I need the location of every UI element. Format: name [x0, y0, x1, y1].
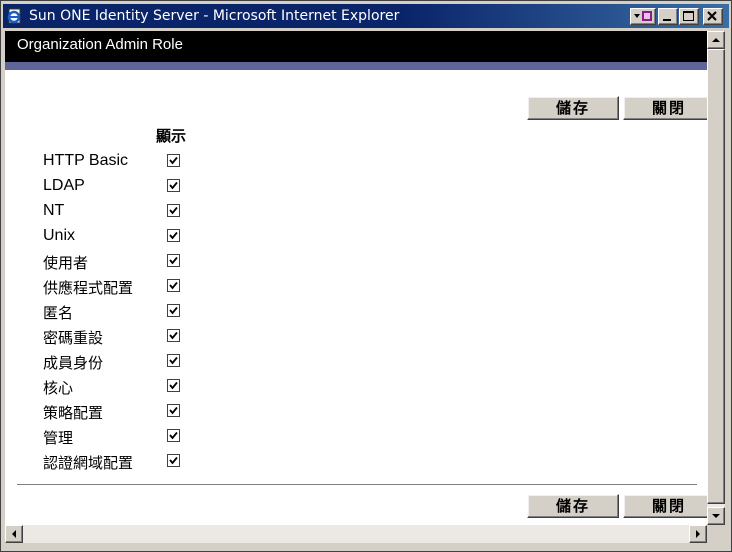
ie-menu-icon[interactable] — [630, 8, 656, 25]
display-checkbox[interactable] — [167, 354, 180, 367]
display-checkbox[interactable] — [167, 279, 180, 292]
display-checkbox[interactable] — [167, 179, 180, 192]
display-checkbox[interactable] — [167, 454, 180, 467]
close-button-top[interactable]: 關閉 — [623, 96, 707, 120]
service-label: 使用者 — [43, 254, 89, 272]
service-label: LDAP — [43, 177, 85, 194]
list-item: 管理 — [5, 427, 405, 452]
scroll-up-button[interactable] — [707, 31, 725, 49]
browser-window: Sun ONE Identity Server - Microsoft Inte… — [0, 0, 732, 552]
list-item: 使用者 — [5, 252, 405, 277]
column-header-display: 顯示 — [156, 127, 187, 145]
display-checkbox[interactable] — [167, 304, 180, 317]
list-item: 匿名 — [5, 302, 405, 327]
list-item: LDAP — [5, 177, 405, 202]
window-title: Sun ONE Identity Server - Microsoft Inte… — [29, 8, 400, 24]
list-item: 密碼重設 — [5, 327, 405, 352]
display-checkbox[interactable] — [167, 429, 180, 442]
list-item: 策略配置 — [5, 402, 405, 427]
service-label: 認證網域配置 — [43, 454, 134, 472]
save-button-top[interactable]: 儲存 — [527, 96, 619, 120]
display-checkbox[interactable] — [167, 154, 180, 167]
vertical-scrollbar[interactable] — [707, 31, 725, 525]
list-item: Unix — [5, 227, 405, 252]
service-label: Unix — [43, 227, 76, 244]
list-item: 供應程式配置 — [5, 277, 405, 302]
scroll-right-button[interactable] — [689, 525, 707, 543]
service-label: 供應程式配置 — [43, 279, 134, 297]
scrollbar-corner — [707, 525, 725, 543]
close-button[interactable] — [703, 8, 723, 25]
close-button-bottom[interactable]: 關閉 — [623, 494, 707, 518]
service-label: 成員身份 — [43, 354, 104, 372]
scroll-left-button[interactable] — [5, 525, 23, 543]
list-item: 認證網域配置 — [5, 452, 405, 477]
accent-bar — [5, 62, 707, 70]
page-title: Organization Admin Role — [17, 36, 183, 53]
service-label: 匿名 — [43, 304, 74, 322]
page-header: Organization Admin Role — [5, 31, 707, 62]
list-item: 核心 — [5, 377, 405, 402]
scroll-thumb[interactable] — [707, 49, 725, 504]
display-checkbox[interactable] — [167, 379, 180, 392]
maximize-button[interactable] — [679, 8, 699, 25]
display-checkbox[interactable] — [167, 254, 180, 267]
list-item: 成員身份 — [5, 352, 405, 377]
service-label: 管理 — [43, 429, 74, 447]
title-bar[interactable]: Sun ONE Identity Server - Microsoft Inte… — [3, 4, 729, 28]
service-label: 策略配置 — [43, 404, 104, 422]
horizontal-scrollbar[interactable] — [5, 525, 707, 543]
divider — [17, 484, 697, 485]
scroll-down-button[interactable] — [707, 507, 725, 525]
ie-icon — [6, 7, 24, 25]
service-label: NT — [43, 202, 65, 219]
service-label: 密碼重設 — [43, 329, 104, 347]
display-checkbox[interactable] — [167, 329, 180, 342]
save-button-bottom[interactable]: 儲存 — [527, 494, 619, 518]
minimize-button[interactable] — [658, 8, 678, 25]
page-content: Organization Admin Role 儲存 關閉 顯示 HTTP Ba… — [5, 31, 707, 525]
display-checkbox[interactable] — [167, 204, 180, 217]
display-checkbox[interactable] — [167, 404, 180, 417]
display-checkbox[interactable] — [167, 229, 180, 242]
list-item: HTTP Basic — [5, 152, 405, 177]
service-label: HTTP Basic — [43, 152, 129, 169]
list-item: NT — [5, 202, 405, 227]
service-label: 核心 — [43, 379, 74, 397]
